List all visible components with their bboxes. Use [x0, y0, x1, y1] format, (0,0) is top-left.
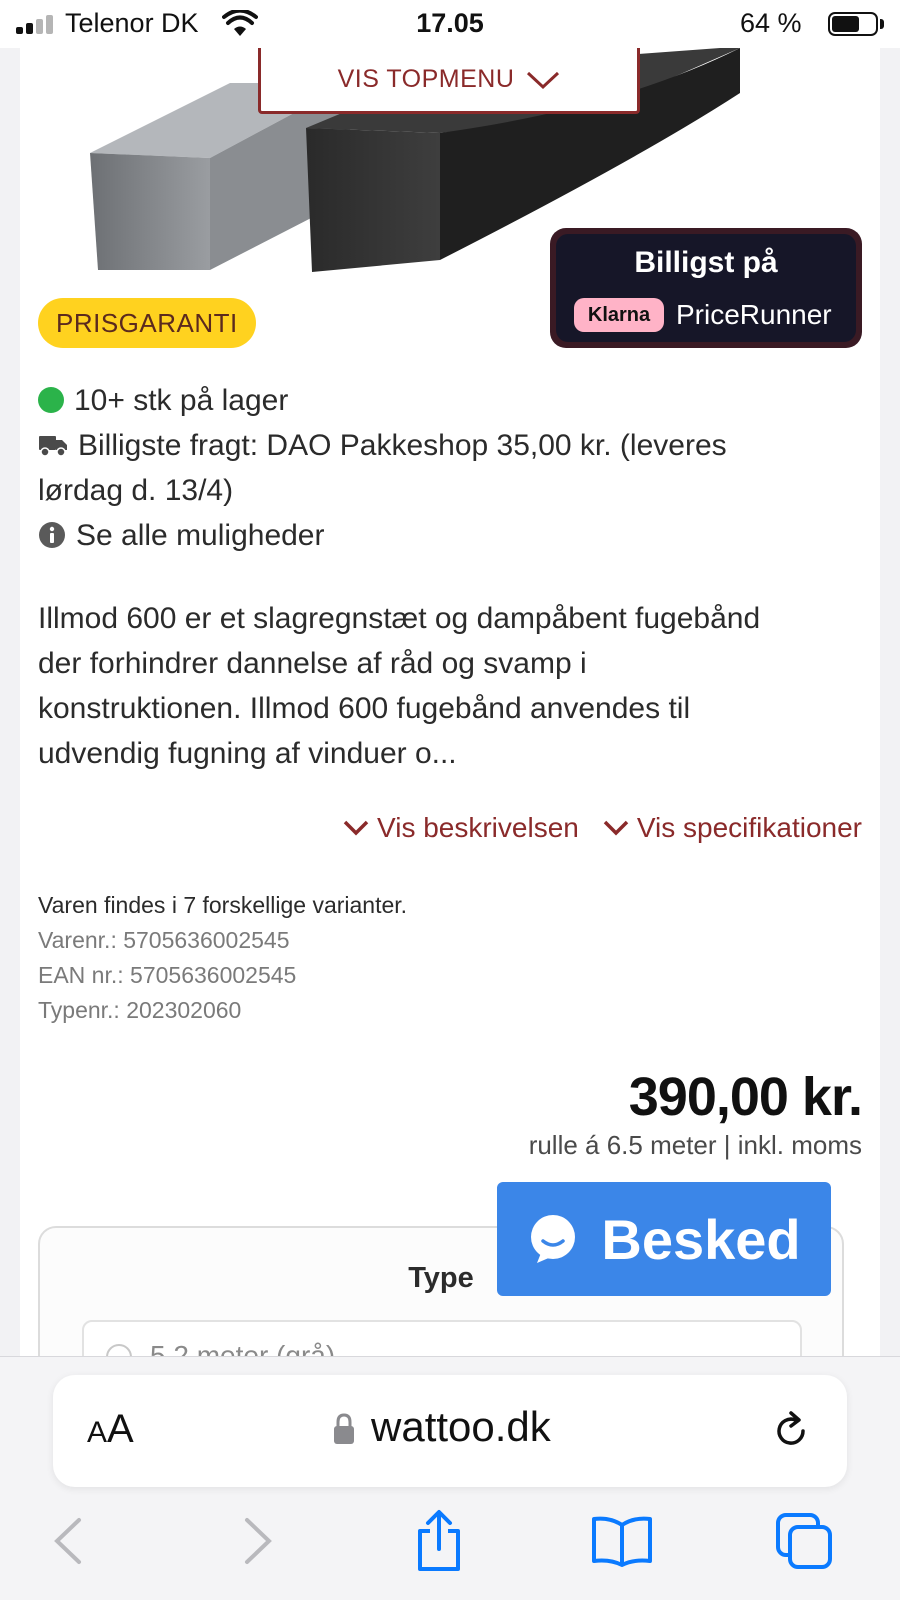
item-number: Varenr.: 5705636002545: [38, 927, 290, 953]
share-button[interactable]: [407, 1509, 471, 1573]
shipping-text-line1: Billigste fragt: DAO Pakkeshop 35,00 kr.…: [78, 429, 727, 462]
carrier-name: Telenor DK: [65, 8, 199, 38]
battery-percentage: 64 %: [740, 8, 802, 38]
chat-bubble-icon: [531, 1215, 576, 1263]
stock-status: 10+ stk på lager: [38, 378, 288, 423]
address-bar[interactable]: AA wattoo.dk: [53, 1375, 847, 1487]
bookmarks-button[interactable]: [590, 1509, 654, 1573]
status-bar: Telenor DK 17.05 64 %: [0, 0, 900, 48]
product-meta: Varen findes i 7 forskellige varianter. …: [38, 888, 407, 1028]
reload-icon[interactable]: [769, 1409, 813, 1453]
chevron-left-icon: [54, 1518, 81, 1564]
delivery-options-text: Se alle muligheder: [76, 519, 325, 552]
wifi-icon: [222, 10, 258, 36]
forward-button[interactable]: [226, 1509, 290, 1573]
show-topmenu-button[interactable]: VIS TOPMENU: [258, 48, 640, 114]
url-text: wattoo.dk: [371, 1403, 551, 1450]
chevron-down-icon: [527, 71, 560, 89]
show-description-link[interactable]: Vis beskrivelsen: [343, 812, 579, 844]
variants-count: Varen findes i 7 forskellige varianter.: [38, 892, 408, 918]
in-stock-dot-icon: [38, 387, 64, 414]
lock-icon: [334, 1413, 354, 1444]
chevron-down-icon: [343, 820, 369, 836]
pricerunner-badge[interactable]: Billigst på Klarna PriceRunner: [550, 228, 862, 348]
clock: 17.05: [416, 8, 484, 38]
description-line: der forhindrer dannelse af råd og svamp …: [38, 647, 587, 680]
chat-button-label: Besked: [601, 1207, 801, 1271]
cellular-signal-icon: [16, 14, 56, 34]
product-description: Illmod 600 er et slagregnstæt og dampåbe…: [38, 596, 858, 776]
chat-message-button[interactable]: Besked: [497, 1182, 831, 1296]
description-line: Illmod 600 er et slagregnstæt og dampåbe…: [38, 602, 761, 635]
show-description-label: Vis beskrivelsen: [377, 812, 579, 843]
shipping-text-line2: lørdag d. 13/4): [38, 474, 234, 507]
detail-toggles: Vis beskrivelsen Vis specifikationer: [288, 812, 862, 844]
pricerunner-title: Billigst på: [634, 246, 778, 279]
browser-toolbar: [0, 1503, 900, 1583]
tabs-button[interactable]: [772, 1509, 836, 1573]
tabs-icon: [776, 1513, 832, 1569]
variant-label: 5,2 meter (grå): [150, 1340, 336, 1356]
info-icon: [39, 522, 65, 549]
price-unit: rulle á 6.5 meter | inkl. moms: [528, 1130, 862, 1160]
battery-icon: [828, 12, 878, 36]
type-number: Typenr.: 202302060: [38, 997, 242, 1023]
show-specifications-link[interactable]: Vis specifikationer: [603, 812, 862, 844]
shipping-info: Billigste fragt: DAO Pakkeshop 35,00 kr.…: [38, 423, 727, 468]
topmenu-label: VIS TOPMENU: [337, 65, 515, 93]
show-specifications-label: Vis specifikationer: [636, 812, 862, 843]
book-icon: [592, 1516, 652, 1567]
product-page: VIS TOPMENU PRISGARANTI Billigst på Klar…: [20, 48, 880, 1356]
product-price: 390,00 kr.: [628, 1067, 863, 1127]
description-line: konstruktionen. Illmod 600 fugebånd anve…: [38, 692, 691, 725]
battery-nub: [880, 19, 884, 29]
truck-icon: [39, 436, 67, 457]
share-icon: [418, 1510, 460, 1571]
text-size-button[interactable]: AA: [87, 1407, 134, 1452]
description-line: udvendig fugning af vinduer o...: [38, 737, 457, 770]
ean-number: EAN nr.: 5705636002545: [38, 962, 297, 988]
variant-option[interactable]: 5,2 meter (grå): [82, 1320, 802, 1356]
stock-status-text: 10+ stk på lager: [74, 384, 289, 417]
back-button[interactable]: [36, 1509, 100, 1573]
radio-button[interactable]: [106, 1344, 132, 1356]
price-guarantee-badge[interactable]: PRISGARANTI: [38, 298, 256, 348]
chevron-right-icon: [245, 1518, 272, 1564]
delivery-options-link[interactable]: Se alle muligheder: [38, 513, 324, 558]
klarna-logo: Klarna: [574, 298, 664, 332]
chevron-down-icon: [603, 820, 629, 836]
browser-bottom-bar: AA wattoo.dk: [0, 1356, 900, 1600]
pricerunner-name: PriceRunner: [676, 299, 832, 330]
